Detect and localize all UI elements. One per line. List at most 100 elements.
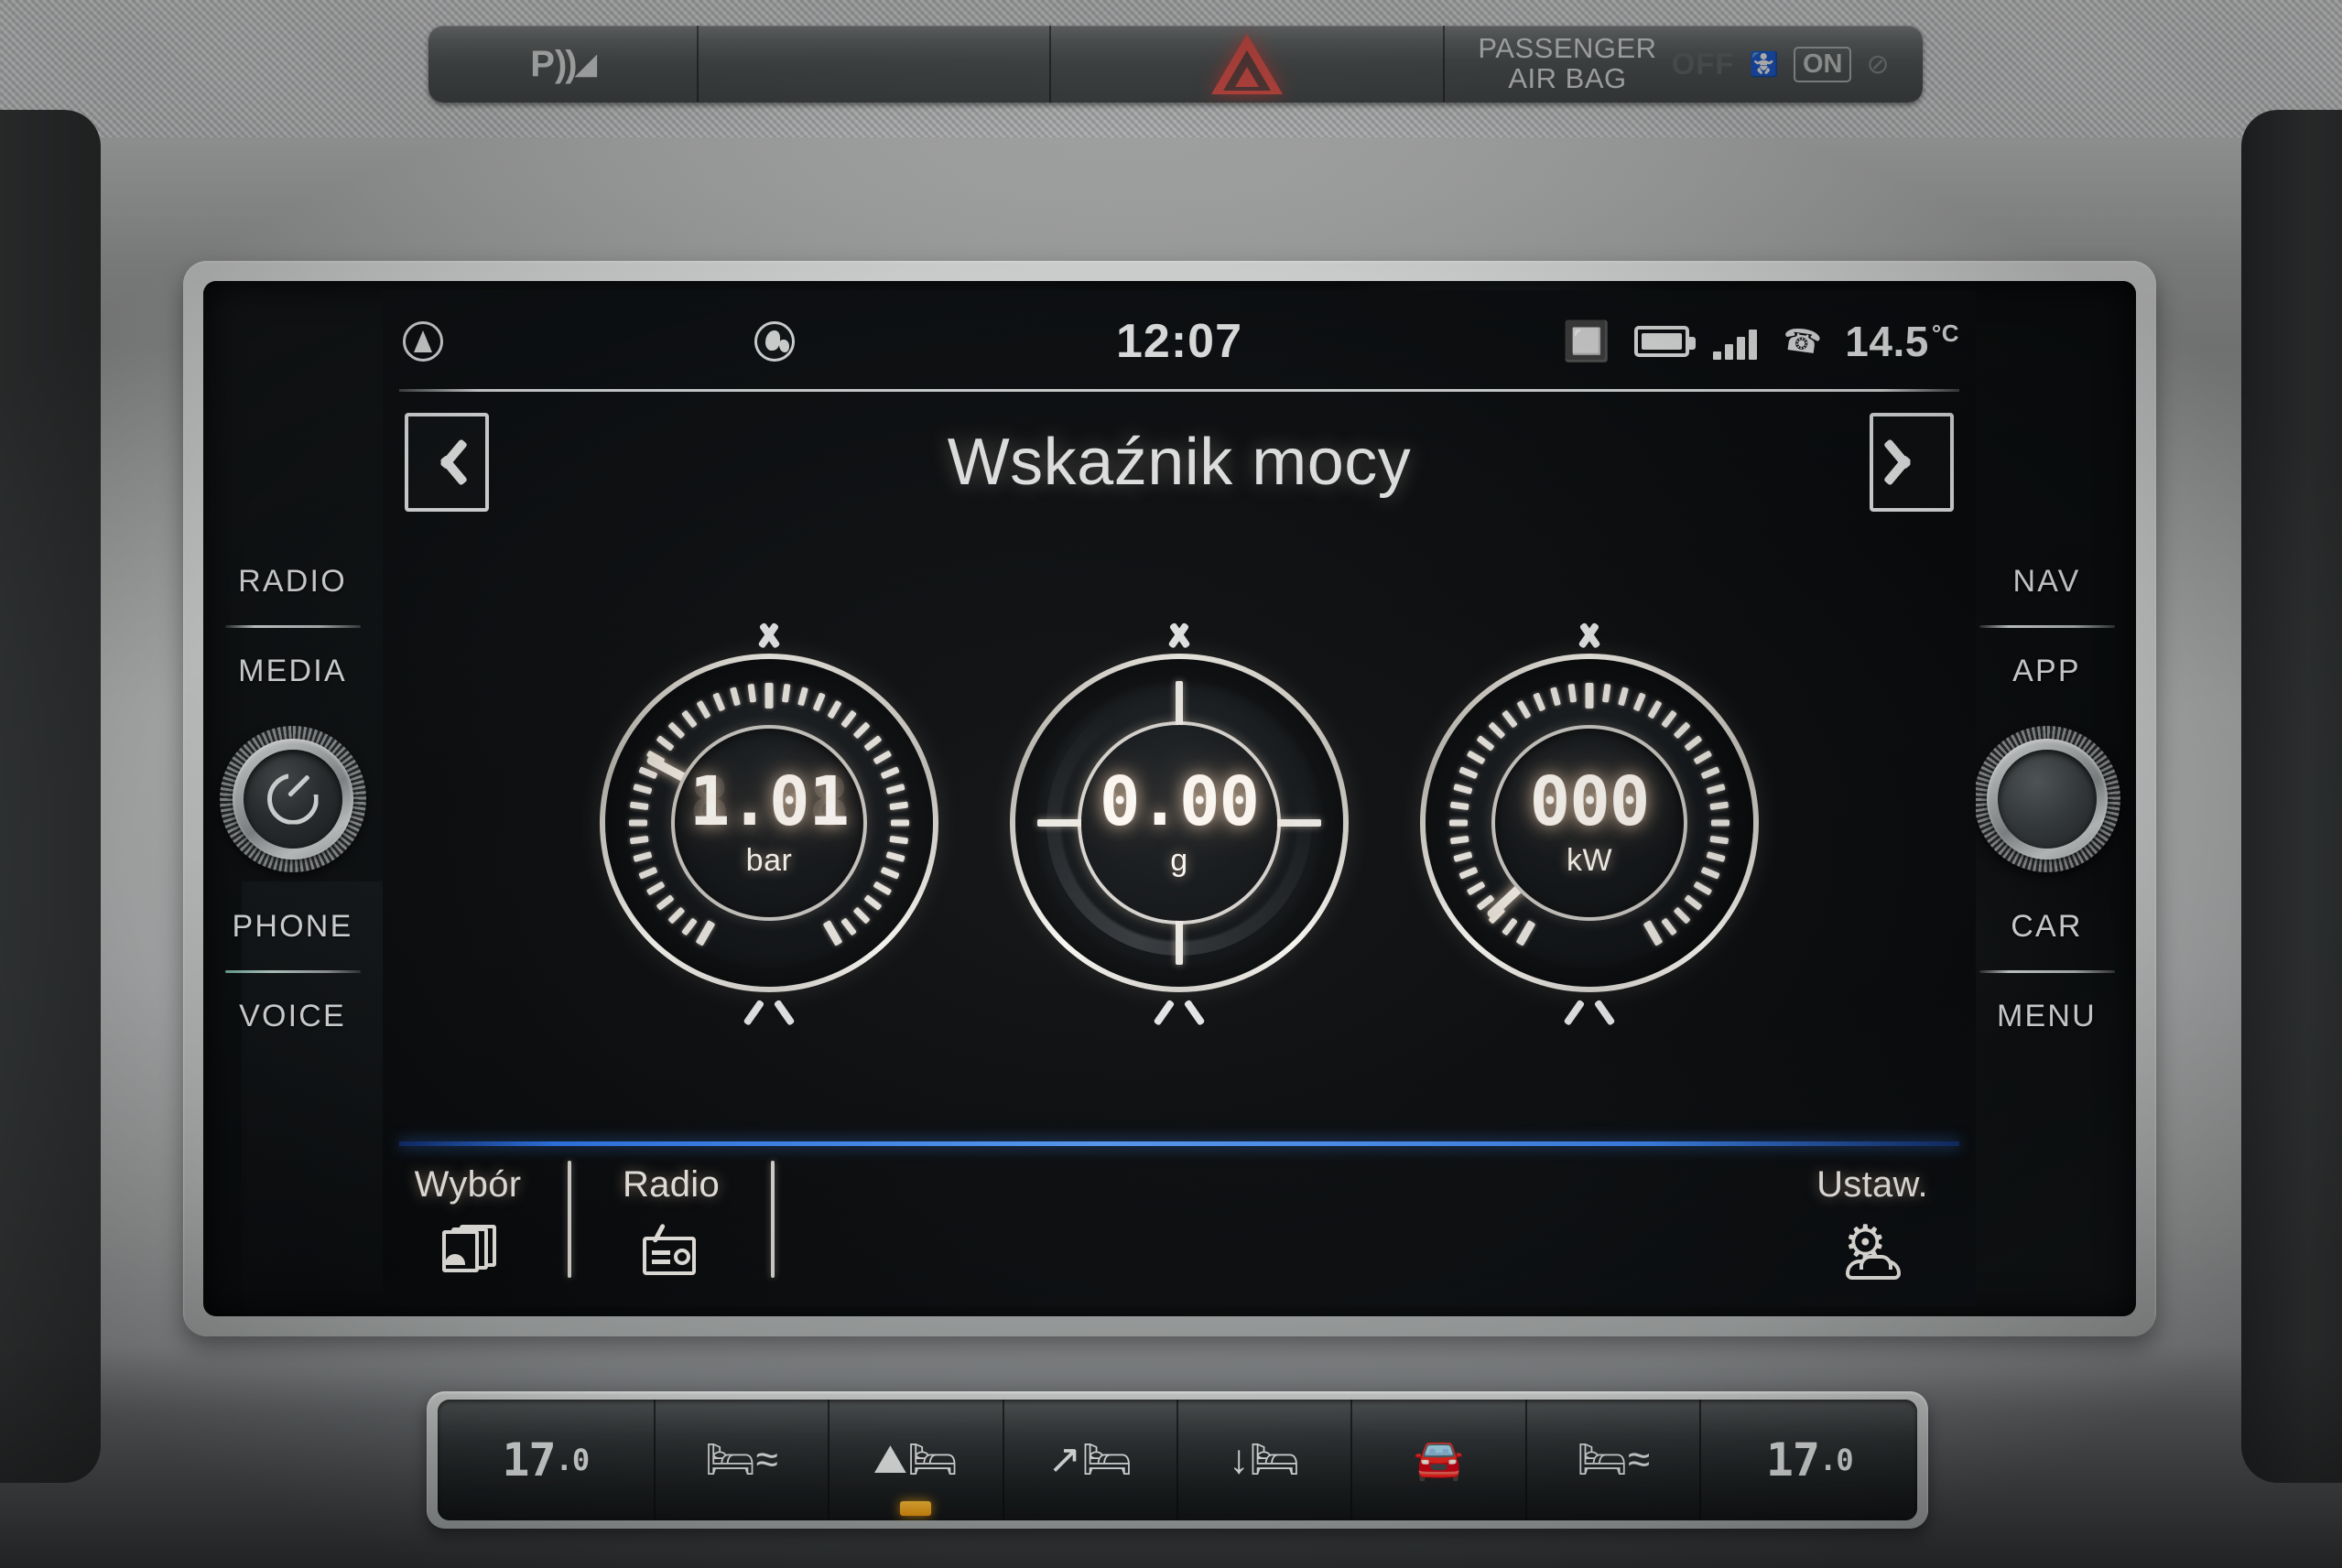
lcd-screen[interactable]: 12:07 🔲 ☎ 14.5 °C Wskaźnik mocy 8.88 1.0… (383, 290, 1976, 1306)
windshield-defrost-icon: ⛰🛏 (873, 1437, 959, 1482)
foot-vent-button[interactable]: ↓🛏 (1178, 1400, 1353, 1520)
face-vent-button[interactable]: ↗🛏 (1003, 1400, 1178, 1520)
head-unit-glass: RADIO MEDIA PHONE VOICE NAV APP CAR MENU… (203, 281, 2136, 1316)
face-vent-icon: ↗🛏 (1047, 1437, 1133, 1482)
left-temperature-display[interactable]: 17.0 (438, 1400, 656, 1520)
parking-distance-icon: P)) ◢ (530, 43, 596, 84)
gauge-dial-boost[interactable]: 8.88 1.01 bar (600, 654, 938, 992)
airbag-off-label: OFF (1671, 47, 1735, 81)
hardkey-media[interactable]: MEDIA (238, 654, 347, 689)
chevron-down-icon[interactable] (743, 998, 795, 1025)
seat-heat-left-icon: 🛏≈ (704, 1437, 778, 1482)
toolbar-radio-label: Radio (622, 1164, 720, 1205)
gauge-value-gforce: 8.88 0.00 (1099, 762, 1260, 841)
title-row: Wskaźnik mocy (383, 407, 1976, 517)
parking-assist-button[interactable]: P)) ◢ (428, 26, 699, 103)
next-view-button[interactable] (1870, 413, 1954, 512)
knob-inner (1997, 749, 2097, 849)
gauge-unit-boost: bar (745, 842, 793, 878)
seat-heat-right-button[interactable]: 🛏≈ (1526, 1400, 1702, 1520)
gauge-unit-power: kW (1566, 842, 1613, 878)
battery-icon (1633, 326, 1696, 357)
compass-arrow-icon (403, 321, 443, 362)
globe-icon (754, 321, 795, 362)
console-right-panel (2241, 110, 2342, 1483)
right-hardkey-column: NAV APP CAR MENU (1957, 281, 2136, 1316)
toolbar-settings-button[interactable]: Ustaw. ⚙ (1785, 1155, 1959, 1281)
chevron-up-icon[interactable] (1154, 621, 1205, 648)
hardkey-radio[interactable]: RADIO (238, 564, 347, 600)
airbag-off-pictogram-icon: 🚼 (1749, 49, 1779, 78)
air-recirculation-button[interactable]: 🚘 (1352, 1400, 1527, 1520)
hardkey-divider (224, 624, 361, 628)
status-bar: 12:07 🔲 ☎ 14.5 °C (383, 290, 1976, 393)
blank-button[interactable] (699, 26, 1051, 103)
chevron-down-icon[interactable] (1564, 998, 1615, 1025)
gauge-dial-gforce[interactable]: 8.88 0.00 g (1010, 654, 1349, 992)
hardkey-phone[interactable]: PHONE (233, 909, 353, 945)
hardkey-car[interactable]: CAR (2011, 909, 2082, 945)
seat-heat-left-button[interactable]: 🛏≈ (655, 1400, 830, 1520)
hardkey-menu[interactable]: MENU (1997, 999, 2097, 1034)
bottom-toolbar: Wybór Radio Ustaw. ⚙ (399, 1155, 1959, 1306)
gauge-unit-gforce: g (1170, 842, 1188, 878)
left-hardkey-column: RADIO MEDIA PHONE VOICE (203, 281, 382, 1316)
gauge-power[interactable]: 888 000 kW (1420, 615, 1759, 1031)
gauge-boost[interactable]: 8.88 1.01 bar (600, 615, 938, 1031)
page-title: Wskaźnik mocy (947, 426, 1412, 499)
toolbar-select-button[interactable]: Wybór (399, 1155, 537, 1281)
signal-bars-icon (1712, 323, 1757, 360)
power-volume-knob[interactable] (219, 725, 366, 872)
gauge-value-power: 888 000 (1529, 762, 1651, 841)
defrost-active-led (900, 1501, 932, 1516)
hardkey-voice[interactable]: VOICE (239, 999, 346, 1034)
toolbar-select-label: Wybór (414, 1164, 522, 1205)
climate-control-bar: 17.0 🛏≈ ⛰🛏 ↗🛏 ↓🛏 🚘 🛏≈ 17.0 (438, 1400, 1917, 1520)
windshield-defrost-button[interactable]: ⛰🛏 (829, 1400, 1004, 1520)
toolbar-divider (568, 1161, 571, 1278)
hardkey-divider (1979, 969, 2115, 973)
gauge-gforce[interactable]: 8.88 0.00 g (1010, 615, 1349, 1031)
tuning-knob[interactable] (1973, 725, 2120, 872)
gauge-readout: 8.88 1.01 bar (671, 725, 867, 921)
hardkey-app[interactable]: APP (2012, 654, 2081, 689)
status-bar-divider (399, 389, 1959, 392)
toolbar-accent-line (399, 1141, 1959, 1146)
toolbar-divider (771, 1161, 775, 1278)
airbag-on-pictogram-icon: ⊘ (1866, 49, 1890, 80)
previous-view-button[interactable] (405, 413, 489, 512)
seat-heat-right-icon: 🛏≈ (1577, 1437, 1651, 1482)
chevron-up-icon[interactable] (743, 621, 795, 648)
hardkey-divider (224, 969, 361, 973)
settings-gear-car-icon: ⚙ (1838, 1218, 1906, 1281)
toolbar-settings-label: Ustaw. (1816, 1164, 1928, 1205)
chevron-right-icon (1896, 436, 1927, 489)
dashboard: P)) ◢ PASSENGER AIR BAG OFF 🚼 ON ⊘ RADIO… (0, 0, 2342, 1568)
gauge-cluster: 8.88 1.01 bar 8.88 0.00 g 888 000 kW (383, 530, 1976, 1116)
passenger-airbag-indicator: PASSENGER AIR BAG OFF 🚼 ON ⊘ (1445, 26, 1923, 103)
right-temperature-display[interactable]: 17.0 (1701, 1400, 1917, 1520)
hardkey-divider (1979, 624, 2115, 628)
toolbar-radio-button[interactable]: Radio (602, 1155, 740, 1281)
chevron-up-icon[interactable] (1564, 621, 1615, 648)
gauge-value-boost: 8.88 1.01 (689, 762, 850, 841)
hazard-triangle-icon (1211, 31, 1283, 97)
console-left-panel (0, 110, 101, 1483)
card-stack-icon (439, 1218, 496, 1281)
hardkey-nav[interactable]: NAV (2013, 564, 2081, 600)
airbag-label: PASSENGER AIR BAG (1478, 32, 1657, 94)
airbag-on-label: ON (1793, 46, 1852, 82)
gauge-dial-power[interactable]: 888 000 kW (1420, 654, 1759, 992)
outside-temperature: 14.5 °C (1845, 318, 1959, 365)
knob-inner (243, 749, 342, 849)
top-button-strip: P)) ◢ PASSENGER AIR BAG OFF 🚼 ON ⊘ (428, 26, 1923, 103)
clock: 12:07 (1116, 315, 1242, 368)
air-recirculation-icon: 🚘 (1414, 1437, 1465, 1482)
hazard-lights-button[interactable] (1051, 26, 1445, 103)
climate-control-holder: 17.0 🛏≈ ⛰🛏 ↗🛏 ↓🛏 🚘 🛏≈ 17.0 (427, 1391, 1928, 1529)
chevron-down-icon[interactable] (1154, 998, 1205, 1025)
gauge-readout: 8.88 0.00 g (1081, 725, 1277, 921)
power-icon (266, 773, 319, 825)
gauge-readout: 888 000 kW (1491, 725, 1687, 921)
chevron-left-icon (431, 436, 462, 489)
